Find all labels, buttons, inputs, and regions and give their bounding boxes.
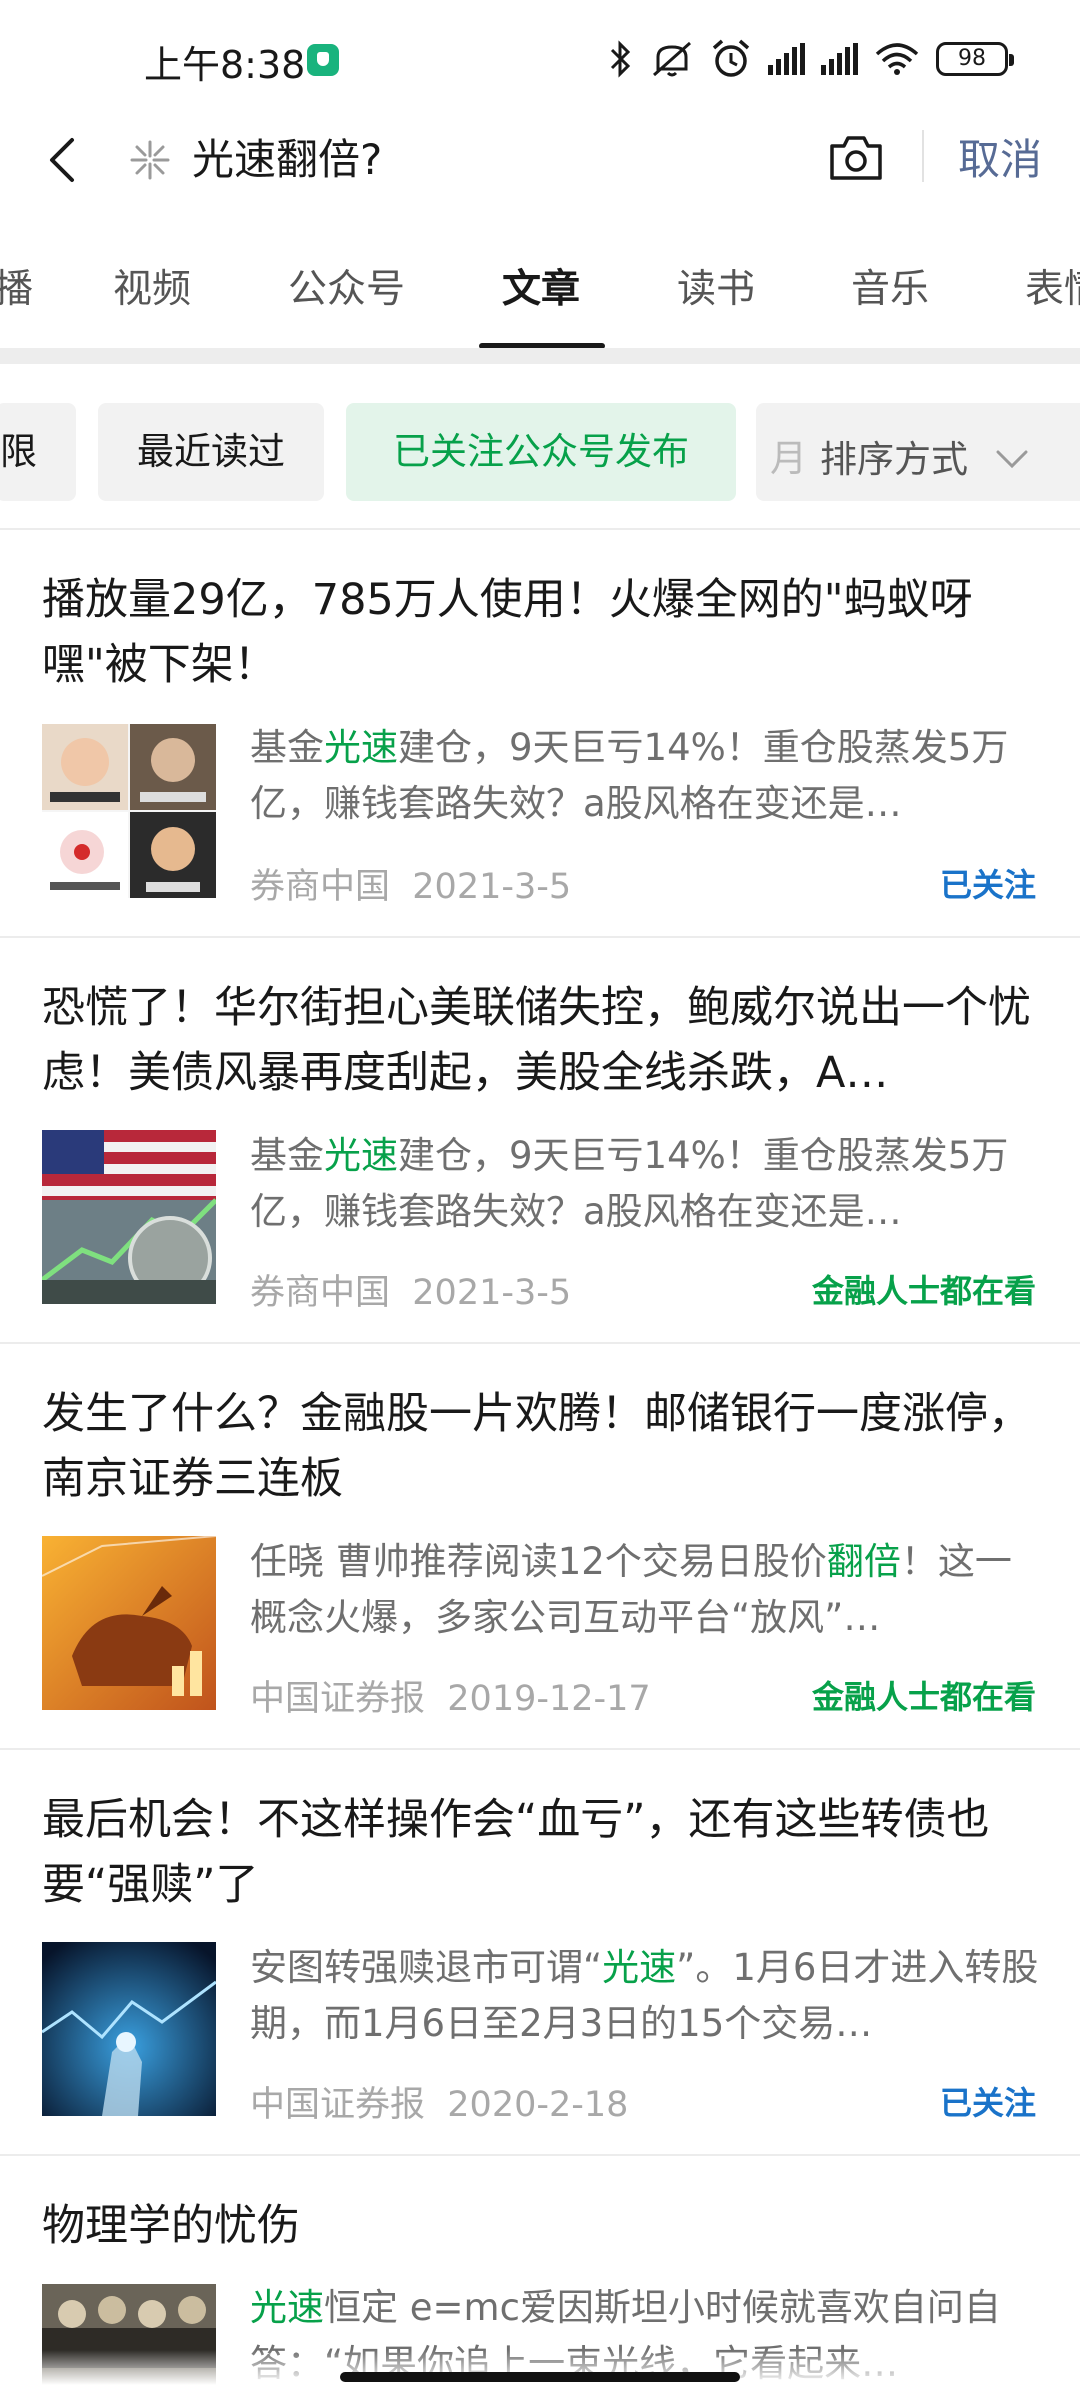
camera-icon[interactable] [826, 128, 886, 188]
article-meta: 券商中国 2021-3-5 [250, 858, 571, 909]
sort-label: 排序方式 [816, 429, 968, 483]
article-source: 券商中国 [250, 867, 391, 907]
article-date: 2021-3-5 [412, 867, 572, 907]
article-title: 播放量29亿，785万人使用！火爆全网的"蚂蚁呀嘿"被下架！ [42, 575, 973, 690]
snippet-highlight: 光速 [250, 2286, 324, 2329]
article-source: 中国证券报 [250, 2085, 426, 2125]
article-title: 物理学的忧伤 [42, 2201, 300, 2251]
article-item[interactable]: 最后机会！不这样操作会“血亏”，还有这些转债也要“强赎”了 安图转强赎退市可谓“… [0, 1748, 1080, 2154]
tab-video[interactable]: 视频 [113, 258, 191, 314]
category-tabs: 播 视频 公众号 文章 读书 音乐 表情 [0, 220, 1080, 350]
status-time: 上午8:38 [144, 43, 306, 87]
article-item[interactable]: 发生了什么？金融股一片欢腾！邮储银行一度涨停，南京证券三连板 任晓 曹帅推荐阅读… [0, 1342, 1080, 1748]
trending-badge: 金融人士都在看 [811, 1272, 1036, 1310]
status-icons: 98 [608, 34, 1014, 84]
article-snippet: 安图转强赎退市可谓“光速”。1月6日才进入转股期，而1月6日至2月3日的15个交… [250, 1940, 1040, 2052]
battery-icon: 98 [936, 42, 1014, 76]
article-title: 发生了什么？金融股一片欢腾！邮储银行一度涨停，南京证券三连板 [42, 1389, 1031, 1504]
filter-chip-label: 已关注公众号发布 [393, 430, 689, 473]
wifi-icon [875, 43, 919, 75]
article-snippet: 任晓 曹帅推荐阅读12个交易日股价翻倍！这一概念火爆，多家公司互动平台“放风”… [250, 1534, 1040, 1646]
snippet-highlight: 光速 [324, 726, 398, 769]
snippet-text: 安图转强赎退市可谓“ [250, 1946, 603, 1989]
tab-official-accounts[interactable]: 公众号 [288, 258, 405, 314]
security-shield-icon [307, 44, 339, 76]
tab-live[interactable]: 播 [0, 258, 33, 314]
tab-stickers[interactable]: 表情 [1025, 258, 1080, 314]
filter-chip-label: 最近读过 [137, 430, 285, 473]
status-bar: 上午8:38 98 [0, 0, 1080, 120]
mute-icon [653, 41, 691, 77]
article-thumbnail [42, 1942, 216, 2116]
followed-badge: 已关注 [939, 866, 1036, 904]
article-title: 最后机会！不这样操作会“血亏”，还有这些转债也要“强赎”了 [42, 1795, 990, 1910]
article-date: 2019-12-17 [447, 1679, 651, 1719]
snippet-text: 基金 [250, 1134, 324, 1177]
article-date: 2020-2-18 [447, 2085, 629, 2125]
tab-articles[interactable]: 文章 [502, 258, 580, 314]
followed-badge: 已关注 [939, 2084, 1036, 2122]
article-item[interactable]: 播放量29亿，785万人使用！火爆全网的"蚂蚁呀嘿"被下架！ 基金光速建仓，9天… [0, 528, 1080, 936]
filter-chip-time-limit[interactable]: 限 [0, 403, 76, 501]
signal-strength-icon [768, 43, 805, 75]
snippet-highlight: 光速 [324, 1134, 398, 1177]
article-meta: 券商中国 2021-3-5 [250, 1264, 571, 1315]
snippet-text: 基金 [250, 726, 324, 769]
search-spark-icon [130, 140, 170, 180]
search-bar-divider [922, 130, 924, 182]
tab-music[interactable]: 音乐 [851, 258, 929, 314]
article-item[interactable]: 恐慌了！华尔街担心美联储失控，鲍威尔说出一个忧虑！美债风暴再度刮起，美股全线杀跌… [0, 936, 1080, 1342]
filter-chip-recently-read[interactable]: 最近读过 [98, 403, 324, 501]
signal-strength-icon-2 [821, 43, 858, 75]
article-meta: 中国证券报 2019-12-17 [250, 1670, 651, 1721]
chevron-down-icon [996, 450, 1028, 469]
cancel-button[interactable]: 取消 [958, 128, 1042, 192]
search-input[interactable]: 光速翻倍? [192, 128, 382, 192]
bluetooth-icon [610, 40, 631, 78]
filter-chip-followed-accounts[interactable]: 已关注公众号发布 [346, 403, 736, 501]
article-snippet: 基金光速建仓，9天巨亏14%！重仓股蒸发5万亿，赚钱套路失效？a股风格在变还是… [250, 1128, 1040, 1240]
filter-chip-label: 限 [0, 430, 37, 473]
article-thumbnail [42, 724, 216, 898]
sort-partial-label: 月 [770, 437, 807, 480]
alarm-icon [712, 39, 750, 77]
snippet-highlight: 翻倍 [826, 1540, 901, 1583]
snippet-text: 任晓 曹帅推荐阅读12个交易日股价 [250, 1540, 827, 1583]
article-date: 2021-3-5 [412, 1273, 572, 1313]
article-source: 中国证券报 [250, 1679, 426, 1719]
snippet-highlight: 光速 [602, 1946, 677, 1989]
section-divider [0, 348, 1080, 364]
article-thumbnail [42, 1536, 216, 1710]
search-bar: 光速翻倍? 取消 [0, 108, 1080, 218]
trending-badge: 金融人士都在看 [811, 1678, 1036, 1716]
article-snippet: 基金光速建仓，9天巨亏14%！重仓股蒸发5万亿，赚钱套路失效？a股风格在变还是… [250, 720, 1040, 832]
back-arrow-icon[interactable] [34, 130, 94, 190]
article-thumbnail [42, 1130, 216, 1304]
article-source: 券商中国 [250, 1273, 391, 1313]
article-title: 恐慌了！华尔街担心美联储失控，鲍威尔说出一个忧虑！美债风暴再度刮起，美股全线杀跌… [42, 983, 1031, 1098]
battery-level: 98 [958, 46, 986, 71]
article-meta: 中国证券报 2020-2-18 [250, 2076, 628, 2127]
filter-bar: 限 最近读过 已关注公众号发布 月 排序方式 [0, 364, 1080, 528]
tab-books[interactable]: 读书 [677, 258, 755, 314]
home-indicator[interactable] [340, 2372, 740, 2382]
